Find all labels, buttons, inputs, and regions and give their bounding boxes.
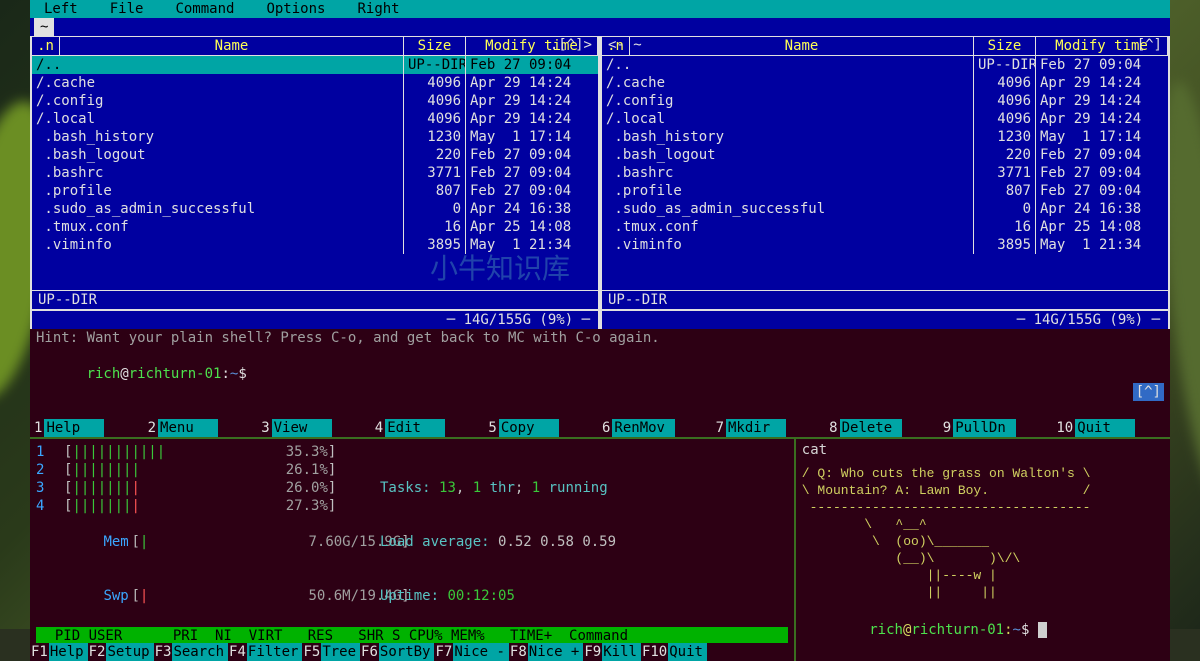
mc-row[interactable]: .bash_history1230May 1 17:14 [602,128,1168,146]
htop-fnkey-help[interactable]: F1Help [30,643,88,661]
mc-menubar[interactable]: LeftFileCommandOptionsRight [30,0,1170,18]
mc-row[interactable]: .viminfo3895May 1 21:34 [602,236,1168,254]
mc-row[interactable]: .bashrc3771Feb 27 09:04 [32,164,598,182]
htop-fnkey-setup[interactable]: F2Setup [88,643,154,661]
mc-row[interactable]: .viminfo3895May 1 21:34 [32,236,598,254]
mc-row[interactable]: /.config4096Apr 29 14:24 [602,92,1168,110]
htop-summary: Tasks: 13, 1 thr; 1 running Load average… [380,443,616,641]
shell-prompt[interactable]: rich@richturn-01:~$ [802,603,1164,657]
mc-fnkey-menu[interactable]: 2Menu [146,419,258,437]
htop-fnkey-filter[interactable]: F4Filter [228,643,302,661]
htop-fnkey-quit[interactable]: F10Quit [641,643,707,661]
mc-row[interactable]: .bash_history1230May 1 17:14 [32,128,598,146]
htop-fnkey-sortby[interactable]: F6SortBy [360,643,434,661]
mc-row[interactable]: /..UP--DIRFeb 27 09:04 [602,56,1168,74]
mc-fnkey-renmov[interactable]: 6RenMov [600,419,712,437]
mc-fnkey-mkdir[interactable]: 7Mkdir [714,419,826,437]
mc-status-left: UP--DIR [32,290,598,309]
mc-column-header[interactable]: Name [630,36,974,56]
mc-row[interactable]: .profile807Feb 27 09:04 [602,182,1168,200]
mc-menu-options[interactable]: Options [256,0,347,18]
mc-fnkey-copy[interactable]: 5Copy [486,419,598,437]
cursor-icon [1038,622,1047,638]
cowsay-output: / Q: Who cuts the grass on Walton's \ \ … [802,465,1164,601]
cowsay-command: cat [802,441,1164,459]
mc-diskusage-right: ─ 14G/155G (9%) ─ [602,309,1168,329]
mc-panel-right[interactable]: <- ~ [^] .nNameSizeModify time /..UP--DI… [600,36,1170,329]
mc-columns: .nNameSizeModify time [602,36,1168,56]
htop-fnkey-kill[interactable]: F9Kill [583,643,641,661]
mc-tabbar: ~ [30,18,1170,36]
mc-menu-file[interactable]: File [100,0,166,18]
mc-column-header[interactable]: Name [60,36,404,56]
mc-file-list[interactable]: /..UP--DIRFeb 27 09:04/.cache4096Apr 29 … [32,56,598,254]
mc-diskusage-left: ─ 14G/155G (9%) ─ [32,309,598,329]
mc-row[interactable]: /..UP--DIRFeb 27 09:04 [32,56,598,74]
collapse-icon[interactable]: .[^]> [550,36,592,54]
mc-status-right: UP--DIR [602,290,1168,309]
htop-fnkey-nice+[interactable]: F8Nice + [509,643,583,661]
mc-column-header[interactable]: Size [974,36,1036,56]
mc-column-header[interactable]: Size [404,36,466,56]
mc-row[interactable]: .tmux.conf16Apr 25 14:08 [32,218,598,236]
mc-prompt[interactable]: rich@richturn-01:~$ [^] [30,347,1170,419]
mc-fnkey-quit[interactable]: 10Quit [1054,419,1166,437]
mc-row[interactable]: .bash_logout220Feb 27 09:04 [602,146,1168,164]
mc-fnkey-edit[interactable]: 4Edit [373,419,485,437]
htop-fnkey-nice-[interactable]: F7Nice - [434,643,508,661]
mc-row[interactable]: .sudo_as_admin_successful0Apr 24 16:38 [602,200,1168,218]
mc-row[interactable]: .bashrc3771Feb 27 09:04 [602,164,1168,182]
mc-row[interactable]: .bash_logout220Feb 27 09:04 [32,146,598,164]
htop-fnkey-tree[interactable]: F5Tree [302,643,360,661]
mc-row[interactable]: /.config4096Apr 29 14:24 [32,92,598,110]
mc-menu-left[interactable]: Left [34,0,100,18]
mc-row[interactable]: /.local4096Apr 29 14:24 [602,110,1168,128]
mc-row[interactable]: /.local4096Apr 29 14:24 [32,110,598,128]
collapse-icon[interactable]: [^] [1137,36,1162,54]
path-label: <- ~ [608,36,642,54]
htop-fnkey-search[interactable]: F3Search [154,643,228,661]
mc-column-header[interactable]: .n [32,36,60,56]
mc-fnkey-delete[interactable]: 8Delete [827,419,939,437]
htop-pane[interactable]: 1[||||||||||| 35.3%]2[|||||||| 26.1%]3[|… [30,439,794,661]
htop-fnkeys[interactable]: F1HelpF2SetupF3SearchF4FilterF5TreeF6Sor… [30,643,794,661]
mc-columns: .nNameSizeModify time [32,36,598,56]
mc-fnkeys[interactable]: 1Help2Menu3View4Edit5Copy6RenMov7Mkdir8D… [30,419,1170,437]
cowsay-pane[interactable]: cat / Q: Who cuts the grass on Walton's … [794,439,1170,661]
mc-fnkey-help[interactable]: 1Help [32,419,144,437]
mc-panel-left[interactable]: .[^]> .nNameSizeModify time /..UP--DIRFe… [30,36,600,329]
mc-hint: Hint: Want your plain shell? Press C-o, … [30,329,1170,347]
mc-menu-right[interactable]: Right [347,0,421,18]
mc-file-list[interactable]: /..UP--DIRFeb 27 09:04/.cache4096Apr 29 … [602,56,1168,254]
mc-row[interactable]: .sudo_as_admin_successful0Apr 24 16:38 [32,200,598,218]
mc-tab[interactable]: ~ [34,18,54,36]
caret-icon[interactable]: [^] [1133,383,1164,401]
mc-fnkey-view[interactable]: 3View [259,419,371,437]
mc-row[interactable]: .tmux.conf16Apr 25 14:08 [602,218,1168,236]
mc-pane: LeftFileCommandOptionsRight ~ .[^]> .nNa… [30,0,1170,437]
mc-menu-command[interactable]: Command [165,0,256,18]
mc-row[interactable]: /.cache4096Apr 29 14:24 [32,74,598,92]
mc-fnkey-pulldn[interactable]: 9PullDn [941,419,1053,437]
mc-row[interactable]: .profile807Feb 27 09:04 [32,182,598,200]
mc-row[interactable]: /.cache4096Apr 29 14:24 [602,74,1168,92]
terminal-window: LeftFileCommandOptionsRight ~ .[^]> .nNa… [30,0,1170,629]
